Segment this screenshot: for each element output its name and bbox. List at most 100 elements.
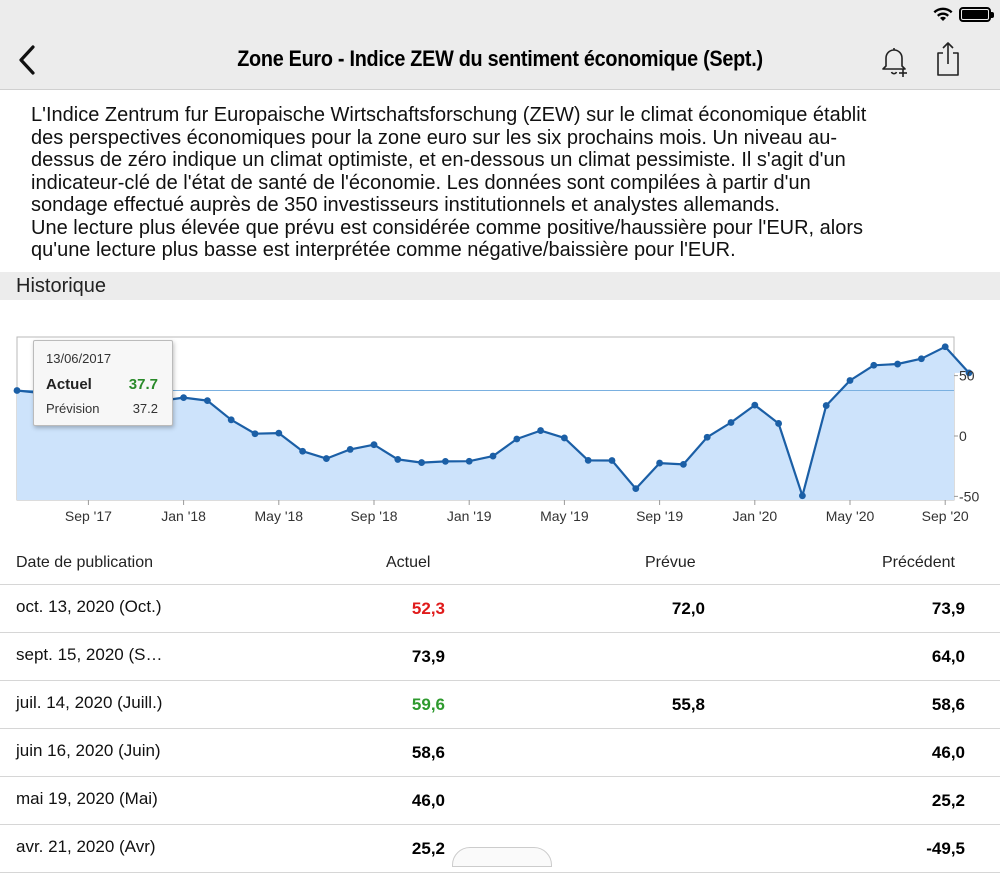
data-point [894, 360, 901, 368]
table-row[interactable]: juil. 14, 2020 (Juill.) 59,6 55,8 58,6 [0, 681, 1000, 729]
battery-icon [959, 7, 994, 22]
row-previous: 64,0 [931, 647, 965, 666]
row-actual: 73,9 [411, 647, 445, 666]
history-section-header: Historique [0, 272, 1000, 300]
data-point [204, 397, 211, 405]
row-date: juil. 14, 2020 (Juill.) [16, 693, 163, 712]
description-line: sondage effectué auprès de 350 investiss… [31, 194, 780, 216]
x-tick-label: May '20 [826, 508, 875, 524]
description-line: des perspectives économiques pour la zon… [31, 126, 837, 149]
data-point [751, 401, 759, 409]
data-point [727, 419, 735, 426]
x-tick-label: Jan '19 [447, 508, 492, 524]
row-previous: 58,6 [931, 695, 965, 714]
data-point [870, 361, 878, 369]
data-point [227, 416, 235, 424]
data-point [941, 343, 949, 351]
page-title: Zone Euro - Indice ZEW du sentiment écon… [237, 46, 763, 71]
data-point [846, 377, 854, 384]
description-line: L'Indice Zentrum fur Europaische Wirtsch… [31, 104, 867, 126]
y-tick-label: 0 [959, 428, 967, 444]
data-point [703, 433, 711, 441]
back-chevron-icon[interactable] [14, 43, 40, 77]
data-point [346, 446, 354, 453]
row-forecast: 55,8 [671, 695, 705, 714]
tooltip-forecast-value: 37.2 [132, 401, 158, 416]
x-tick-label: Jan '18 [161, 508, 206, 524]
data-point [370, 441, 378, 449]
tooltip-date: 13/06/2017 [46, 351, 112, 366]
y-tick-label: 50 [959, 368, 975, 384]
tooltip-actual-label: Actuel [46, 376, 92, 393]
data-point [299, 447, 306, 455]
data-point [13, 387, 21, 394]
table-row[interactable]: sept. 15, 2020 (S… 73,9 64,0 [0, 633, 1000, 681]
data-point [513, 435, 521, 443]
table-row[interactable]: oct. 13, 2020 (Oct.) 52,3 72,0 73,9 [0, 585, 1000, 633]
row-date: avr. 21, 2020 (Avr) [16, 837, 156, 856]
row-previous: 46,0 [931, 743, 965, 762]
description-line: dessus de zéro indique un climat optimis… [31, 149, 846, 171]
row-date: oct. 13, 2020 (Oct.) [16, 597, 162, 616]
data-point [275, 429, 283, 437]
data-point [465, 457, 473, 465]
row-actual: 59,6 [411, 695, 445, 714]
description-line: qu'une lecture plus basse est interprété… [31, 239, 736, 261]
table-header: Date de publication Actuel Prévue Précéd… [0, 545, 1000, 585]
row-actual: 58,6 [411, 743, 445, 762]
row-date: sept. 15, 2020 (S… [16, 645, 163, 664]
indicator-description: L'Indice Zentrum fur Europaische Wirtsch… [31, 104, 971, 262]
section-title: Historique [16, 275, 107, 297]
data-point [394, 456, 402, 463]
data-point [799, 492, 806, 500]
data-point [656, 459, 663, 467]
row-previous: 25,2 [931, 791, 965, 810]
sheet-handle[interactable] [452, 847, 552, 867]
data-point [251, 430, 259, 438]
column-header-actual: Actuel [386, 554, 431, 571]
x-tick-label: Sep '18 [350, 508, 397, 524]
x-tick-label: Sep '20 [922, 508, 969, 524]
x-tick-label: May '19 [540, 508, 589, 524]
table-row[interactable]: mai 19, 2020 (Mai) 46,0 25,2 [0, 777, 1000, 825]
data-point [537, 427, 544, 434]
table-row[interactable]: juin 16, 2020 (Juin) 58,6 46,0 [0, 729, 1000, 777]
data-point [608, 457, 616, 464]
data-point [775, 420, 782, 427]
data-point [323, 455, 330, 462]
data-point [632, 485, 640, 493]
row-forecast: 72,0 [671, 599, 705, 618]
x-tick-label: Sep '19 [636, 508, 683, 524]
column-header-forecast: Prévue [645, 554, 696, 571]
x-tick-label: May '18 [255, 508, 304, 524]
x-tick-label: Jan '20 [732, 508, 777, 524]
data-point [418, 459, 425, 466]
row-actual: 25,2 [411, 839, 445, 858]
bell-plus-icon[interactable] [878, 42, 912, 78]
share-icon[interactable] [934, 40, 962, 78]
y-tick-label: -50 [959, 488, 979, 504]
row-previous: -49,5 [926, 839, 965, 858]
description-line: indicateur-clé de l'état de santé de l'é… [31, 171, 811, 194]
description-line: Une lecture plus élevée que prévu est co… [31, 216, 864, 239]
navigation-bar: Zone Euro - Indice ZEW du sentiment écon… [0, 30, 1000, 90]
chart-tooltip: 13/06/2017 Actuel 37.7 Prévision 37.2 [33, 340, 173, 426]
wifi-icon [933, 7, 953, 21]
data-point [180, 394, 188, 402]
row-actual: 46,0 [411, 791, 445, 810]
data-point [680, 460, 687, 468]
data-point [561, 434, 568, 442]
row-date: mai 19, 2020 (Mai) [16, 789, 158, 808]
row-actual: 52,3 [411, 599, 445, 618]
column-header-date: Date de publication [16, 554, 153, 571]
row-date: juin 16, 2020 (Juin) [16, 741, 161, 760]
row-previous: 73,9 [931, 599, 965, 618]
tooltip-forecast-label: Prévision [46, 401, 100, 416]
data-point [918, 355, 925, 363]
data-point [489, 452, 497, 460]
data-point [584, 456, 592, 464]
status-bar [0, 0, 1000, 30]
column-header-previous: Précédent [882, 554, 955, 571]
data-point [822, 402, 830, 409]
x-tick-label: Sep '17 [65, 508, 112, 524]
